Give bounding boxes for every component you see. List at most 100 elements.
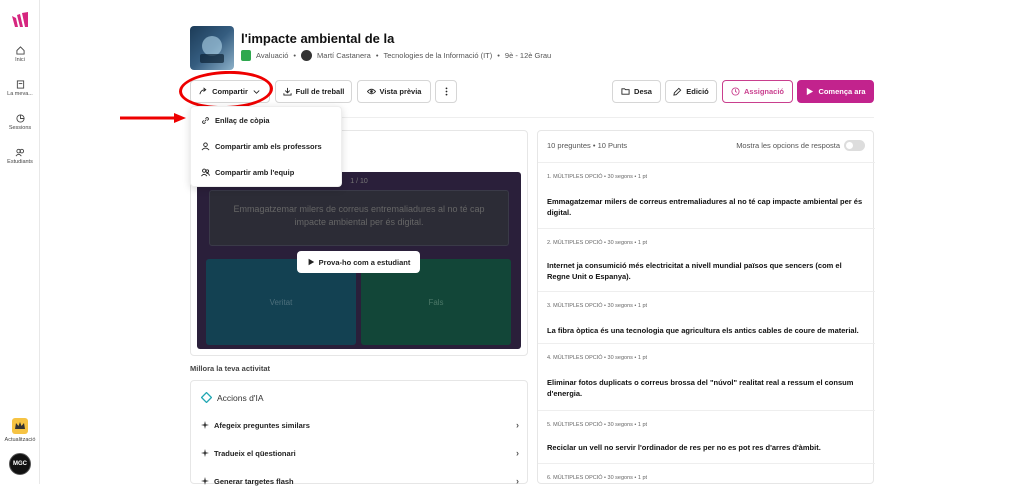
sidebar-item-students[interactable]: Estudiants — [0, 148, 40, 165]
assign-button[interactable]: Assignació — [722, 80, 793, 103]
question-text: La fibra òptica és una tecnologia que ag… — [547, 326, 859, 335]
play-icon — [308, 258, 314, 266]
question-meta: 2. MÚLTIPLES OPCIÓ • 30 segons • 1 pt — [547, 240, 648, 246]
sparkle-icon — [201, 421, 209, 429]
question-meta: 6. MÚLTIPLES OPCIÓ • 30 segons • 1 pt — [547, 475, 648, 481]
annotation-circle — [178, 69, 274, 111]
question-text: Reciclar un vell no servir l'ordinador d… — [547, 443, 821, 452]
chevron-right-icon: › — [516, 476, 519, 486]
assign-label: Assignació — [743, 87, 784, 96]
question-item[interactable]: 5. MÚLTIPLES OPCIÓ • 30 segons • 1 pt Re… — [538, 410, 875, 463]
wayground-logo[interactable] — [11, 12, 30, 28]
user-icon — [201, 141, 210, 150]
edit-label: Edició — [686, 87, 709, 96]
preview-question-text: Emmagatzemar milers de correus entremali… — [209, 190, 509, 246]
avatar[interactable]: MGC — [9, 453, 31, 475]
save-label: Desa — [634, 87, 652, 96]
question-text: Internet ja consumició més electricitat … — [547, 261, 842, 281]
annotation-arrow-icon — [120, 113, 186, 123]
preview-button[interactable]: Vista prèvia — [357, 80, 431, 103]
menu-item-label: Compartir amb l'equip — [215, 167, 295, 177]
sidebar-item-label: Estudiants — [7, 159, 33, 165]
question-text: Eliminar fotos duplicats o correus bross… — [547, 378, 854, 398]
try-as-student-label: Prova-ho com a estudiant — [318, 257, 411, 267]
share-dropdown-menu: Enllaç de còpia Compartir amb els profes… — [190, 106, 342, 187]
quiz-grade: 9è - 12è Grau — [504, 51, 552, 60]
questions-summary: 10 preguntes • 10 Punts — [547, 141, 628, 150]
question-item[interactable]: 4. MÚLTIPLES OPCIÓ • 30 segons • 1 pt El… — [538, 343, 875, 410]
folder-icon — [621, 88, 630, 95]
clock-icon — [731, 87, 740, 96]
ai-action-label: Tradueix el qüestionari — [214, 448, 296, 458]
quiz-author[interactable]: Martí Castanera — [317, 51, 371, 60]
assessment-icon — [241, 50, 251, 61]
library-icon — [16, 80, 24, 89]
start-now-button[interactable]: Comença ara — [797, 80, 874, 103]
menu-item-label: Compartir amb els professors — [215, 141, 322, 151]
team-icon — [201, 168, 210, 176]
home-icon — [15, 46, 25, 55]
menu-item-share-teachers[interactable]: Compartir amb els professors — [191, 133, 341, 159]
link-icon — [202, 116, 209, 124]
more-options-button[interactable] — [435, 80, 457, 103]
menu-item-copy-link[interactable]: Enllaç de còpia — [191, 107, 341, 133]
download-icon — [283, 87, 292, 96]
quiz-type: Avaluació — [256, 51, 289, 60]
ai-action-label: Afegeix preguntes similars — [214, 420, 310, 430]
author-avatar — [301, 50, 313, 61]
sidebar-item-sessions[interactable]: Sessions — [0, 114, 40, 131]
question-meta: 4. MÚLTIPLES OPCIÓ • 30 segons • 1 pt — [547, 355, 648, 361]
show-answers-label: Mostra les opcions de resposta — [736, 141, 840, 150]
preview-label: Vista prèvia — [379, 87, 422, 96]
improve-heading: Millora la teva activitat — [190, 364, 271, 373]
question-item[interactable]: 1. MÚLTIPLES OPCIÓ • 30 segons • 1 pt Em… — [538, 162, 875, 228]
worksheet-label: Full de treball — [295, 87, 345, 96]
sidebar-item-label: Sessions — [8, 125, 32, 131]
edit-button[interactable]: Edició — [665, 80, 717, 103]
menu-item-label: Enllaç de còpia — [215, 115, 270, 125]
ai-action-similar-questions[interactable]: Afegeix preguntes similars › — [201, 417, 521, 433]
quiz-thumbnail — [190, 26, 234, 70]
ai-actions-title: Accions d'IA — [201, 392, 264, 403]
question-meta: 3. MÚLTIPLES OPCIÓ • 30 segons • 1 pt — [547, 303, 648, 309]
sessions-icon — [15, 114, 25, 123]
upgrade-button[interactable]: Actualització — [0, 418, 40, 443]
page-title: l'impacte ambiental de la — [241, 31, 395, 46]
quiz-meta: Avaluació • Martí Castanera • Tecnologie… — [241, 50, 551, 61]
upgrade-label: Actualització — [4, 437, 36, 443]
chevron-right-icon: › — [516, 420, 519, 430]
sidebar-item-library[interactable]: La meva... — [0, 80, 40, 97]
menu-item-share-team[interactable]: Compartir amb l'equip — [191, 159, 341, 185]
chevron-right-icon: › — [516, 448, 519, 458]
ai-actions-card: Accions d'IA Afegeix preguntes similars … — [190, 380, 528, 486]
play-icon — [807, 87, 814, 96]
quiz-subject: Tecnologies de la Informació (IT) — [383, 51, 493, 60]
question-item[interactable]: 2. MÚLTIPLES OPCIÓ • 30 segons • 1 pt In… — [538, 228, 875, 291]
ai-action-label: Generar targetes flash — [214, 476, 294, 486]
students-icon — [15, 148, 25, 157]
show-answers-toggle[interactable] — [844, 140, 865, 151]
more-vertical-icon — [445, 87, 447, 96]
ai-action-flashcards[interactable]: Generar targetes flash › — [201, 473, 521, 489]
ai-actions-title-text: Accions d'IA — [217, 392, 264, 403]
ai-action-translate[interactable]: Tradueix el qüestionari › — [201, 445, 521, 461]
question-meta: 5. MÚLTIPLES OPCIÓ • 30 segons • 1 pt — [547, 422, 648, 428]
sidebar: Inici La meva... Sessions Estudiants Act… — [0, 0, 40, 484]
ai-diamond-icon — [201, 392, 212, 403]
sidebar-item-label: La meva... — [7, 91, 33, 97]
question-item[interactable]: 3. MÚLTIPLES OPCIÓ • 30 segons • 1 pt La… — [538, 291, 875, 343]
sidebar-item-home[interactable]: Inici — [0, 46, 40, 63]
start-now-label: Comença ara — [818, 87, 866, 96]
crown-icon — [12, 418, 28, 434]
worksheet-button[interactable]: Full de treball — [275, 80, 352, 103]
save-button[interactable]: Desa — [612, 80, 661, 103]
question-text: Emmagatzemar milers de correus entremali… — [547, 197, 863, 217]
question-item[interactable]: 6. MÚLTIPLES OPCIÓ • 30 segons • 1 pt — [538, 463, 875, 485]
questions-panel: 10 preguntes • 10 Punts Mostra les opcio… — [537, 130, 875, 485]
sparkle-icon — [201, 449, 209, 457]
sidebar-item-label: Inici — [15, 57, 25, 63]
question-meta: 1. MÚLTIPLES OPCIÓ • 30 segons • 1 pt — [547, 174, 648, 180]
edit-icon — [673, 87, 682, 96]
try-as-student-button[interactable]: Prova-ho com a estudiant — [297, 251, 420, 273]
eye-icon — [366, 88, 376, 95]
